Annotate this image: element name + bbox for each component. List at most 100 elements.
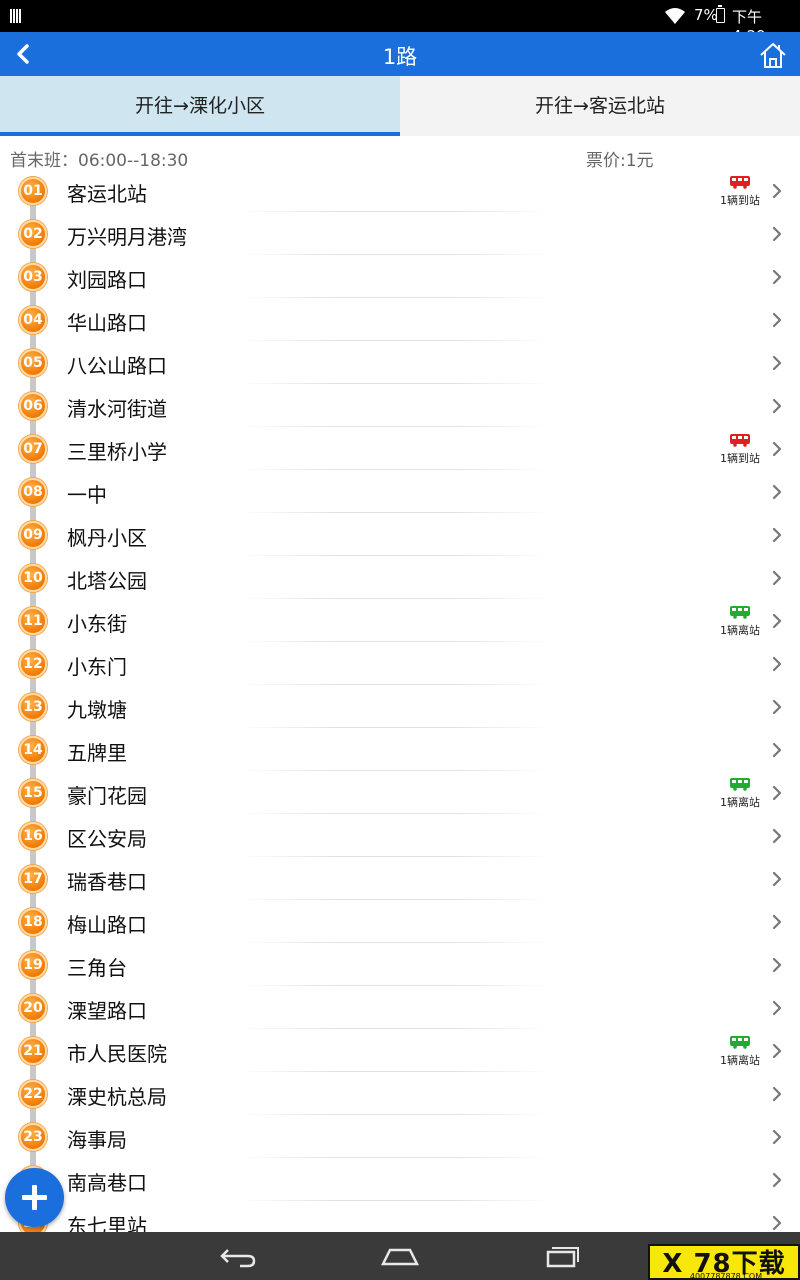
status-bar: 7% 下午 4:29 [0,0,800,45]
stop-row[interactable]: 14 五牌里 [0,728,800,771]
stop-number-badge: 12 [19,650,47,678]
stop-name: 一中 [67,483,107,507]
stop-name: 南高巷口 [67,1171,147,1195]
stop-number-badge: 10 [19,564,47,592]
stop-row[interactable]: 18 梅山路口 [0,900,800,943]
stop-row[interactable]: 11 小东街 1辆离站 [0,599,800,642]
stop-number-badge: 11 [19,607,47,635]
stop-row[interactable]: 03 刘园路口 [0,255,800,298]
schedule-text: 首末班：06:00--18:30 [10,151,189,171]
stop-name: 三里桥小学 [67,440,167,464]
app-screen: 7% 下午 4:29 1路 开往→溧化小区 开往→客运北站 首末班：06:00-… [0,0,800,1280]
chevron-right-icon [772,527,782,543]
stop-name: 瑞香巷口 [67,870,147,894]
stop-name: 三角台 [67,956,127,980]
stop-number-badge: 03 [19,263,47,291]
battery-icon [716,5,725,23]
bus-status-text: 1辆到站 [720,452,760,465]
chevron-right-icon [772,699,782,715]
bus-status-text: 1辆到站 [720,194,760,207]
bus-indicator: 1辆到站 [716,433,764,467]
stop-row[interactable]: 24南高巷口 [0,1158,800,1201]
stop-name: 区公安局 [67,827,147,851]
stop-number-badge: 05 [19,349,47,377]
add-button[interactable] [5,1168,64,1227]
chevron-right-icon [772,1215,782,1231]
stop-name: 市人民医院 [67,1042,167,1066]
chevron-right-icon [772,1172,782,1188]
chevron-right-icon [772,355,782,371]
stop-row[interactable]: 17 瑞香巷口 [0,857,800,900]
stop-name: 万兴明月港湾 [67,225,187,249]
stop-name: 小东街 [67,612,127,636]
stop-row[interactable]: 01 客运北站 1辆到站 [0,169,800,212]
stop-name: 九墩塘 [67,698,127,722]
stop-row[interactable]: 22 溧史杭总局 [0,1072,800,1115]
stop-name: 华山路口 [67,311,147,335]
stop-number-badge: 14 [19,736,47,764]
chevron-right-icon [772,484,782,500]
home-icon[interactable] [758,40,788,70]
home-nav-icon[interactable] [378,1242,422,1270]
stop-row[interactable]: 21 市人民医院 1辆离站 [0,1029,800,1072]
chevron-right-icon [772,441,782,457]
stop-row[interactable]: 15 豪门花园 1辆离站 [0,771,800,814]
chevron-right-icon [772,1000,782,1016]
stop-name: 枫丹小区 [67,526,147,550]
tab-direction-2[interactable]: 开往→客运北站 [400,76,800,136]
stop-row[interactable]: 20 溧望路口 [0,986,800,1029]
stop-name: 豪门花园 [67,784,147,808]
tab-direction-1[interactable]: 开往→溧化小区 [0,76,400,136]
chevron-right-icon [772,1043,782,1059]
stop-row[interactable]: 05 八公山路口 [0,341,800,384]
stop-name: 小东门 [67,655,127,679]
stop-list: 01 客运北站 1辆到站 02 万兴明月港湾 03 刘园路口 04 华山路口 05 八公山路口 06 清… [0,169,800,1244]
stop-number-badge: 15 [19,779,47,807]
stop-number-badge: 02 [19,220,47,248]
chevron-right-icon [772,312,782,328]
bus-icon [730,434,750,447]
stop-row[interactable]: 16 区公安局 [0,814,800,857]
chevron-right-icon [772,828,782,844]
stop-row[interactable]: 07 三里桥小学 1辆到站 [0,427,800,470]
stop-row[interactable]: 09 枫丹小区 [0,513,800,556]
stop-row[interactable]: 10 北塔公园 [0,556,800,599]
app-header: 1路 [0,32,800,76]
stop-number-badge: 17 [19,865,47,893]
bus-indicator: 1辆离站 [716,777,764,811]
stop-number-badge: 13 [19,693,47,721]
chevron-right-icon [772,398,782,414]
stop-number-badge: 16 [19,822,47,850]
stop-row[interactable]: 23 海事局 [0,1115,800,1158]
stop-row[interactable]: 12 小东门 [0,642,800,685]
bus-icon [730,778,750,791]
back-nav-icon[interactable] [216,1242,260,1270]
chevron-right-icon [772,269,782,285]
stop-row[interactable]: 19 三角台 [0,943,800,986]
watermark-logo: X 78下载 4007787878.COM [648,1244,800,1280]
stop-row[interactable]: 08 一中 [0,470,800,513]
stop-number-badge: 19 [19,951,47,979]
notification-icon [10,8,24,23]
stop-row[interactable]: 06 清水河街道 [0,384,800,427]
chevron-right-icon [772,742,782,758]
chevron-right-icon [772,1086,782,1102]
recents-nav-icon[interactable] [540,1242,584,1270]
stop-row[interactable]: 13 九墩塘 [0,685,800,728]
stop-row[interactable]: 04 华山路口 [0,298,800,341]
watermark-url: 4007787878.COM [689,1272,763,1280]
stop-name: 海事局 [67,1128,127,1152]
stop-name: 溧史杭总局 [67,1085,167,1109]
stop-number-badge: 01 [19,177,47,205]
bus-indicator: 1辆离站 [716,605,764,639]
bus-status-text: 1辆离站 [720,1054,760,1067]
chevron-right-icon [772,656,782,672]
bus-status-text: 1辆离站 [720,624,760,637]
chevron-right-icon [772,570,782,586]
bus-indicator: 1辆到站 [716,175,764,209]
stop-name: 北塔公园 [67,569,147,593]
stop-name: 八公山路口 [67,354,167,378]
stop-name: 刘园路口 [67,268,147,292]
chevron-right-icon [772,1129,782,1145]
stop-row[interactable]: 02 万兴明月港湾 [0,212,800,255]
